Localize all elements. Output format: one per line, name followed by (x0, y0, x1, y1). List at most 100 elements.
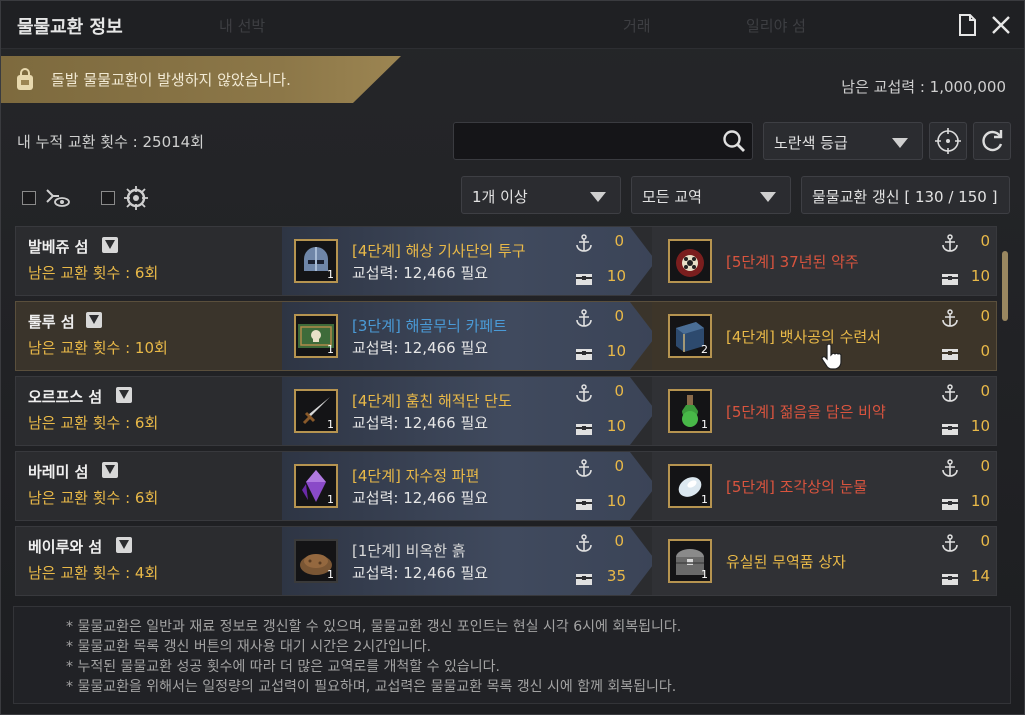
cumulative-exchange-count: 내 누적 교환 횟수 : 25014회 (17, 133, 205, 151)
title-bar: 물물교환 정보 내 선박 거래 일리야 섬 (1, 1, 1024, 49)
sudden-barter-banner: 돌발 물물교환이 발생하지 않았습니다. (1, 56, 401, 103)
list-scrollbar[interactable] (1002, 251, 1008, 321)
anchor-icon (576, 309, 592, 327)
give-anchor-value: 0 (614, 532, 624, 550)
amethyst-icon[interactable]: 1 (294, 464, 338, 508)
trade-chest-icon[interactable]: 1 (668, 539, 712, 583)
filter-checkbox-2[interactable] (101, 191, 115, 205)
remaining-exchanges: 남은 교환 횟수 : 4회 (28, 564, 159, 582)
barter-row[interactable]: 툴루 섬 남은 교환 횟수 : 10회 1 [3단계] 해골무늬 카페트 교섭력… (15, 301, 997, 371)
dropdown-badge-icon[interactable] (86, 312, 102, 328)
dagger-icon[interactable]: 1 (294, 389, 338, 433)
get-chest-value: 0 (980, 342, 990, 360)
chevron-down-icon (590, 192, 606, 202)
chest-icon (576, 574, 592, 585)
give-item-name: [4단계] 자수정 파편 (352, 467, 480, 485)
anchor-icon (942, 309, 958, 327)
give-chest-value: 10 (606, 417, 626, 435)
footer-note: * 물물교환은 일반과 재료 정보로 갱신할 수 있으며, 물물교환 갱신 포인… (66, 619, 682, 635)
get-chest-value: 10 (970, 267, 990, 285)
dropdown-badge-icon[interactable] (116, 387, 132, 403)
soil-icon[interactable]: 1 (294, 539, 338, 583)
island-name: 베이루와 섬 (28, 538, 103, 556)
give-item-cost: 교섭력: 12,466 필요 (352, 489, 489, 507)
chest-icon (942, 574, 958, 585)
give-chest-value: 35 (606, 567, 626, 585)
filter-checkbox-1[interactable] (22, 191, 36, 205)
remaining-exchanges: 남은 교환 횟수 : 6회 (28, 264, 159, 282)
dropdown-badge-icon[interactable] (102, 462, 118, 478)
give-item-cost: 교섭력: 12,466 필요 (352, 339, 489, 357)
grade-select[interactable]: 노란색 등급 (763, 122, 923, 160)
book-icon[interactable]: 2 (668, 314, 712, 358)
dropdown-badge-icon[interactable] (116, 537, 132, 553)
helmet-icon[interactable]: 1 (294, 239, 338, 283)
search-icon[interactable] (721, 128, 747, 154)
chest-icon (576, 349, 592, 360)
get-item-name: [5단계] 젊음을 담은 비약 (726, 403, 886, 421)
document-icon[interactable] (955, 13, 979, 37)
background-tab-my-ship: 내 선박 (219, 17, 266, 35)
give-anchor-value: 0 (614, 307, 624, 325)
anchor-icon (942, 459, 958, 477)
chest-icon (576, 274, 592, 285)
give-item-cost: 교섭력: 12,466 필요 (352, 264, 489, 282)
island-name: 오르프스 섬 (28, 388, 103, 406)
anchor-icon (942, 384, 958, 402)
island-name: 바레미 섬 (28, 463, 89, 481)
get-item-name: [5단계] 37년된 약주 (726, 253, 859, 271)
hand-cursor-icon (821, 344, 842, 370)
barter-row[interactable]: 오르프스 섬 남은 교환 횟수 : 6회 1 [4단계] 훔친 해적단 단도 교… (15, 376, 997, 446)
remaining-power: 남은 교섭력 : 1,000,000 (841, 78, 1006, 96)
give-item-cost: 교섭력: 12,466 필요 (352, 564, 489, 582)
potion-icon[interactable]: 1 (668, 389, 712, 433)
quantity-select[interactable]: 1개 이상 (461, 176, 621, 214)
search-input[interactable] (453, 122, 753, 160)
get-chest-value: 10 (970, 492, 990, 510)
get-chest-value: 14 (970, 567, 990, 585)
give-item-name: [1단계] 비옥한 흙 (352, 542, 466, 560)
zone-select[interactable]: 모든 교역 (631, 176, 791, 214)
give-item-name: [4단계] 훔친 해적단 단도 (352, 392, 512, 410)
chest-icon (942, 274, 958, 285)
give-chest-value: 10 (606, 342, 626, 360)
ship-wheel-icon (124, 186, 148, 210)
chest-icon (942, 424, 958, 435)
barter-row[interactable]: 바레미 섬 남은 교환 횟수 : 6회 1 [4단계] 자수정 파편 교섭력: … (15, 451, 997, 521)
refresh-icon (982, 130, 1003, 152)
give-anchor-value: 0 (614, 382, 624, 400)
chevron-down-icon (892, 138, 908, 148)
anchor-icon (576, 234, 592, 252)
chevron-down-icon (760, 192, 776, 202)
barter-row[interactable]: 발베쥬 섬 남은 교환 횟수 : 6회 1 [4단계] 해상 기사단의 투구 교… (15, 226, 997, 296)
locate-button[interactable] (929, 122, 967, 160)
background-tab-iliya: 일리야 섬 (746, 17, 806, 35)
barter-refresh-button[interactable]: 물물교환 갱신 [ 130 / 150 ] (801, 176, 1010, 214)
get-anchor-value: 0 (980, 307, 990, 325)
barter-row[interactable]: 베이루와 섬 남은 교환 횟수 : 4회 1 [1단계] 비옥한 흙 교섭력: … (15, 526, 997, 596)
reload-button[interactable] (973, 122, 1011, 160)
get-anchor-value: 0 (980, 532, 990, 550)
zone-select-value: 모든 교역 (642, 188, 702, 206)
background-tab-trade: 거래 (623, 17, 651, 35)
chest-icon (576, 424, 592, 435)
give-anchor-value: 0 (614, 232, 624, 250)
give-chest-value: 10 (606, 492, 626, 510)
backpack-icon (17, 68, 33, 90)
anchor-icon (942, 534, 958, 552)
close-icon[interactable] (989, 13, 1013, 37)
liquor-jar-icon[interactable] (668, 239, 712, 283)
dropdown-badge-icon[interactable] (102, 237, 118, 253)
banner-text: 돌발 물물교환이 발생하지 않았습니다. (51, 71, 291, 89)
tear-gem-icon[interactable]: 1 (668, 464, 712, 508)
grade-select-value: 노란색 등급 (774, 134, 848, 152)
window-title: 물물교환 정보 (17, 17, 123, 38)
anchor-icon (942, 234, 958, 252)
quantity-select-value: 1개 이상 (472, 188, 528, 206)
footer-note: * 누적된 물물교환 성공 횟수에 따라 더 많은 교역로를 개척할 수 있습니… (66, 659, 500, 675)
give-item-name: [3단계] 해골무늬 카페트 (352, 317, 507, 335)
remaining-exchanges: 남은 교환 횟수 : 10회 (28, 339, 168, 357)
skull-carpet-icon[interactable]: 1 (294, 314, 338, 358)
island-name: 툴루 섬 (28, 313, 75, 331)
footer-note: * 물물교환을 위해서는 일정량의 교섭력이 필요하며, 교섭력은 물물교환 목… (66, 679, 677, 695)
